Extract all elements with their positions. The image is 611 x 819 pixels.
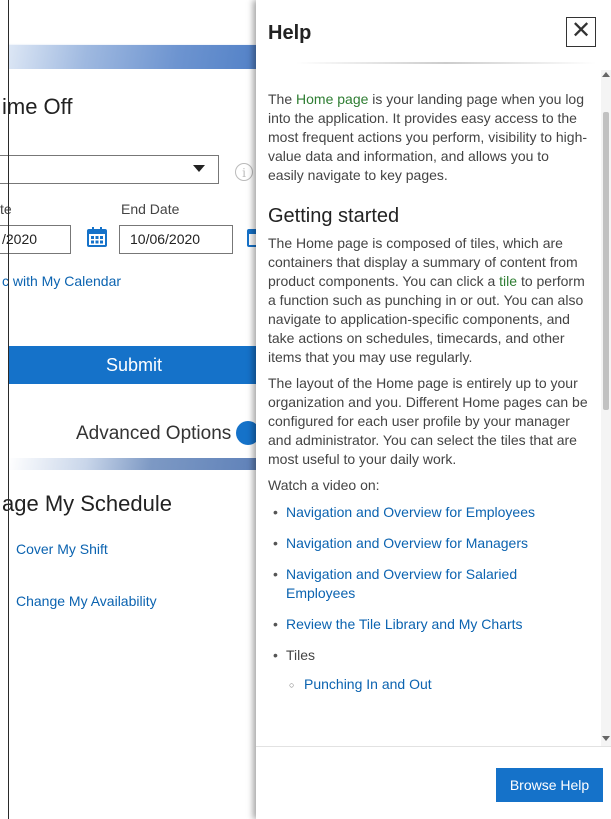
video-link-managers[interactable]: Navigation and Overview for Managers [286,535,528,551]
chevron-right-icon[interactable] [236,421,258,445]
help-content: The Home page is your landing page when … [268,90,588,706]
chevron-down-icon[interactable] [193,165,205,172]
sync-calendar-link[interactable]: c with My Calendar [2,273,121,289]
time-off-type-select[interactable] [0,155,219,184]
banner-stripe [8,45,258,69]
start-date-label: te [0,201,12,217]
left-border [8,0,9,819]
help-panel: Help ✕ The Home page is your landing pag… [256,0,611,819]
punching-link[interactable]: Punching In and Out [304,676,432,692]
time-off-app: ime Off i te End Date /2020 10/06/2020 c… [0,0,258,819]
change-availability-link[interactable]: Change My Availability [16,593,157,609]
scrollbar-thumb[interactable] [603,112,609,410]
cover-my-shift-link[interactable]: Cover My Shift [16,541,108,557]
close-button[interactable]: ✕ [566,17,596,47]
list-item: Review the Tile Library and My Charts [268,615,588,634]
tiles-label: Tiles [286,647,316,663]
submit-button[interactable]: Submit [8,346,258,384]
time-off-title: ime Off [2,94,73,119]
list-item: Punching In and Out [286,675,588,695]
getting-started-heading: Getting started [268,205,400,227]
tiles-paragraph: The Home page is composed of tiles, whic… [268,235,585,365]
video-link-tile-library[interactable]: Review the Tile Library and My Charts [286,616,523,632]
footer-divider [256,746,611,747]
advanced-options-label[interactable]: Advanced Options [76,423,231,445]
video-list: Navigation and Overview for Employees Na… [268,503,588,695]
tiles-sub-list: Punching In and Out [286,675,588,695]
title-underline [296,62,596,64]
tile-link[interactable]: tile [499,273,517,289]
close-icon[interactable]: ✕ [571,17,591,44]
intro-paragraph: The Home page is your landing page when … [268,91,588,183]
schedule-title: age My Schedule [2,491,172,516]
start-date-input[interactable]: /2020 [0,225,71,254]
home-page-link[interactable]: Home page [296,91,368,107]
list-item: Navigation and Overview for Managers [268,534,588,553]
watch-video-label: Watch a video on: [268,477,380,493]
video-link-employees[interactable]: Navigation and Overview for Employees [286,504,535,520]
help-title: Help [268,22,312,44]
layout-paragraph: The layout of the Home page is entirely … [268,375,588,467]
browse-help-button[interactable]: Browse Help [496,768,603,802]
list-item: Navigation and Overview for Employees [268,503,588,522]
info-icon[interactable]: i [235,163,253,181]
end-date-label: End Date [121,201,180,217]
video-link-salaried[interactable]: Navigation and Overview for Salaried Emp… [286,566,517,601]
list-item: Tiles Punching In and Out [268,646,588,695]
calendar-icon[interactable] [87,227,107,247]
help-scroll-area[interactable]: The Home page is your landing page when … [256,70,601,746]
scroll-up-icon[interactable] [602,72,610,77]
end-date-input[interactable]: 10/06/2020 [119,225,233,254]
list-item: Navigation and Overview for Salaried Emp… [268,565,588,603]
scroll-down-icon[interactable] [602,736,610,741]
section-divider [8,458,258,470]
